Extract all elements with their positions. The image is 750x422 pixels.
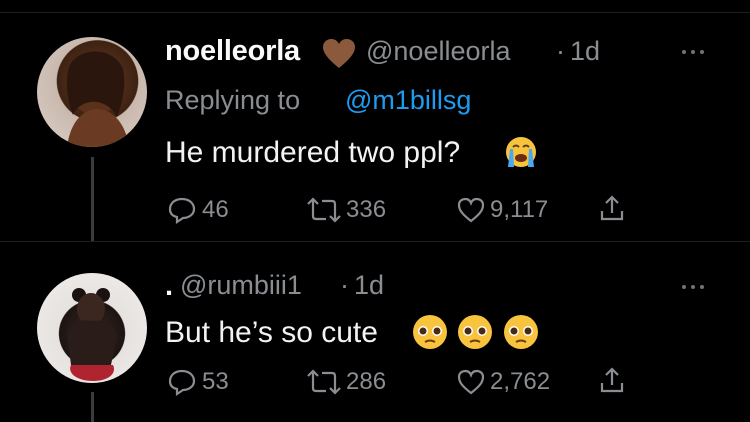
thread-line-bottom: [91, 392, 94, 422]
handle[interactable]: @rumbiii1: [180, 270, 302, 301]
replying-to-label: Replying to: [165, 85, 301, 115]
avatar[interactable]: [37, 37, 147, 147]
brown-heart-icon: [323, 39, 355, 68]
loudly-crying-face-icon: [506, 137, 536, 167]
top-divider: [0, 12, 750, 13]
avatar[interactable]: [37, 273, 147, 383]
tweet-text: He murdered two ppl?: [165, 136, 461, 169]
avatar-photo: [66, 51, 129, 147]
display-name[interactable]: .: [165, 270, 173, 303]
retweet-icon[interactable]: [304, 368, 344, 396]
like-count: 2,762: [490, 368, 551, 395]
retweet-count: 336: [346, 196, 387, 223]
reply-count: 46: [202, 196, 229, 223]
like-count: 9,117: [490, 196, 549, 223]
more-options-icon[interactable]: [682, 50, 712, 54]
reply-count: 53: [202, 368, 229, 395]
retweet-count: 286: [346, 368, 387, 395]
separator-dot: ·: [556, 36, 565, 66]
tweet-divider: [0, 241, 750, 242]
reply-icon[interactable]: [167, 196, 197, 224]
separator-dot: ·: [340, 270, 349, 300]
thread-line: [91, 157, 94, 241]
retweet-icon[interactable]: [304, 196, 344, 224]
share-icon[interactable]: [598, 193, 626, 223]
more-options-icon[interactable]: [682, 285, 712, 289]
timestamp[interactable]: 1d: [354, 270, 384, 301]
reply-icon[interactable]: [167, 368, 197, 396]
display-name[interactable]: noelleorla: [165, 35, 300, 68]
like-icon[interactable]: [456, 368, 486, 396]
like-icon[interactable]: [456, 196, 486, 224]
share-icon[interactable]: [598, 365, 626, 395]
avatar-photo: [67, 288, 117, 381]
timestamp[interactable]: 1d: [570, 36, 600, 67]
handle[interactable]: @noelleorla: [366, 36, 511, 67]
replying-to-handle[interactable]: @m1billsg: [345, 85, 471, 116]
tweet-text: But he’s so cute: [165, 316, 378, 349]
pleading-face-icon: [413, 315, 538, 349]
